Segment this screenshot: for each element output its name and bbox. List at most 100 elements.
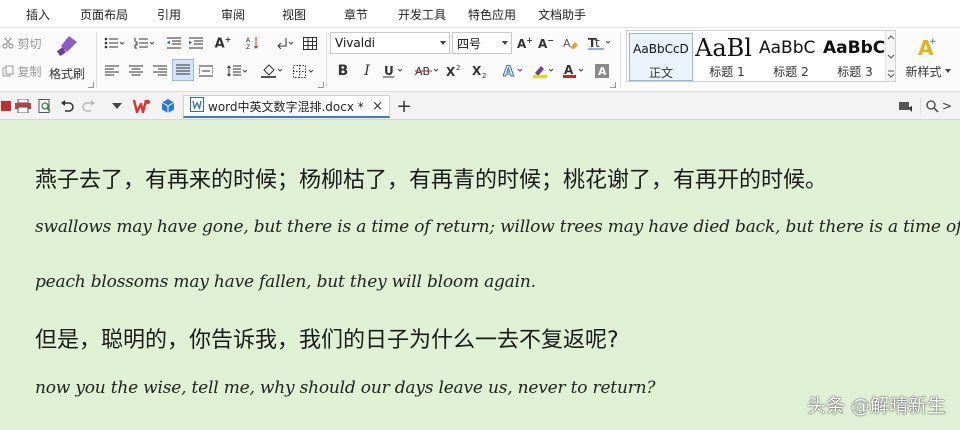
- strikethrough-button[interactable]: AB: [412, 60, 444, 82]
- shading-button[interactable]: [258, 60, 286, 82]
- text-effects-button[interactable]: Tt: [585, 32, 615, 54]
- return-mark-icon: [276, 37, 294, 49]
- svg-text:U: U: [384, 64, 394, 78]
- paragraph-chinese-1: 燕子去了，有再来的时候；杨柳枯了，有再青的时候；桃花谢了，有再开的时候。: [35, 168, 828, 193]
- justify-button[interactable]: [172, 59, 194, 81]
- change-case-button[interactable]: A+: [208, 32, 238, 54]
- svg-text:2: 2: [456, 64, 460, 72]
- redo-icon[interactable]: [80, 95, 98, 117]
- new-style-icon[interactable]: A +: [900, 34, 956, 60]
- format-painter-button[interactable]: 格式刷: [44, 62, 90, 84]
- italic-button[interactable]: I: [358, 60, 376, 82]
- menu-insert[interactable]: 插入: [26, 6, 50, 23]
- paragraph-english-2: peach blossoms may have fallen, but they…: [35, 272, 536, 292]
- menu-doc-assistant[interactable]: 文档助手: [538, 6, 586, 23]
- decrease-indent-button[interactable]: [164, 32, 184, 54]
- tab-document[interactable]: word中英文数字混排.docx * ×: [183, 95, 390, 118]
- phonetic-guide-icon: Tt: [588, 36, 612, 50]
- save-icon[interactable]: [0, 95, 12, 117]
- character-shading-button[interactable]: A: [592, 60, 612, 82]
- format-painter-icon[interactable]: [44, 32, 90, 60]
- print-icon[interactable]: [14, 95, 32, 117]
- copy-label: 复制: [17, 64, 42, 79]
- show-marks-button[interactable]: [272, 32, 298, 54]
- clipboard-dialog-launcher[interactable]: [88, 82, 94, 88]
- undo-icon[interactable]: [58, 95, 76, 117]
- new-style-button[interactable]: 新样式: [900, 60, 956, 82]
- menu-developer[interactable]: 开发工具: [398, 6, 446, 23]
- svg-text:+: +: [929, 37, 937, 47]
- menu-references[interactable]: 引用: [157, 6, 181, 23]
- distributed-align-button[interactable]: [196, 60, 216, 82]
- document-page[interactable]: 燕子去了，有再来的时候；杨柳枯了，有再青的时候；桃花谢了，有再开的时候。 swa…: [0, 120, 960, 430]
- shrink-font-button[interactable]: A−: [536, 32, 556, 54]
- grow-font-button[interactable]: A+: [515, 32, 535, 54]
- subscript-button[interactable]: X2: [470, 60, 490, 82]
- borders-button[interactable]: [290, 60, 318, 82]
- superscript-icon: X2: [446, 64, 462, 78]
- paragraph-english-1: swallows may have gone, but there is a t…: [35, 217, 960, 237]
- text-effect-button[interactable]: A: [500, 60, 528, 82]
- sort-button[interactable]: AZ: [242, 32, 264, 54]
- cut-label: 剪切: [17, 36, 42, 51]
- menu-view[interactable]: 视图: [282, 6, 306, 23]
- font-size-select[interactable]: 四号: [452, 32, 512, 54]
- search-hint: >: [942, 99, 953, 113]
- menu-page-layout[interactable]: 页面布局: [80, 6, 128, 23]
- highlight-button[interactable]: [530, 60, 558, 82]
- scissors-icon: [2, 37, 15, 49]
- superscript-button[interactable]: X2: [444, 60, 464, 82]
- search-box[interactable]: >: [926, 95, 960, 117]
- table-button[interactable]: [300, 32, 320, 54]
- underline-button[interactable]: U: [380, 60, 410, 82]
- style-label: 标题 1: [709, 65, 745, 79]
- ribbon-separator: [326, 32, 327, 88]
- font-name-value: Vivaldi: [335, 36, 376, 50]
- copy-button[interactable]: 复制: [0, 60, 44, 82]
- cut-button[interactable]: 剪切: [0, 32, 44, 54]
- font-color-button[interactable]: A: [560, 60, 588, 82]
- menu-featured[interactable]: 特色应用: [468, 6, 516, 23]
- style-heading-3[interactable]: AaBbC 标题 3: [823, 33, 887, 81]
- style-heading-2[interactable]: AaBbC 标题 2: [759, 33, 823, 81]
- scroll-arrows-icon: [887, 35, 895, 78]
- styles-scrollbar[interactable]: [885, 31, 895, 81]
- menu-chapter[interactable]: 章节: [344, 6, 368, 23]
- line-spacing-button[interactable]: [224, 60, 250, 82]
- wps-logo-icon[interactable]: [132, 95, 152, 117]
- bold-button[interactable]: B: [334, 60, 352, 82]
- watermark: 头条 @解晴新生: [806, 395, 946, 417]
- menu-review[interactable]: 审阅: [221, 6, 245, 23]
- cloud-cube-icon[interactable]: [158, 95, 178, 117]
- paragraph-chinese-2: 但是，聪明的，你告诉我，我们的日子为什么一去不复返呢?: [35, 328, 619, 353]
- numbering-button[interactable]: [130, 32, 158, 54]
- increase-indent-button[interactable]: [186, 32, 206, 54]
- print-preview-icon[interactable]: [36, 95, 54, 117]
- paragraph-dialog-launcher[interactable]: [318, 82, 324, 88]
- font-name-select[interactable]: Vivaldi: [330, 32, 450, 54]
- chevron-down-icon: [502, 41, 508, 45]
- style-heading-1[interactable]: AaBl 标题 1: [695, 33, 759, 81]
- font-color-icon: A: [563, 64, 585, 78]
- character-shading-icon: A: [595, 64, 609, 78]
- word-document-icon: [190, 97, 204, 115]
- indent-icon: [189, 37, 203, 49]
- table-icon: [303, 36, 317, 50]
- align-left-button[interactable]: [102, 60, 122, 82]
- bullets-button[interactable]: [100, 32, 128, 54]
- close-icon[interactable]: ×: [372, 99, 383, 114]
- new-tab-button[interactable]: +: [394, 95, 414, 117]
- clear-format-button[interactable]: A: [560, 32, 582, 54]
- text-effect-icon: A: [503, 64, 525, 78]
- svg-text:A: A: [246, 37, 251, 44]
- svg-text:t: t: [595, 36, 600, 50]
- svg-text:A: A: [598, 65, 607, 78]
- style-label: 正文: [648, 66, 673, 80]
- copy-icon: [2, 65, 14, 77]
- style-normal[interactable]: AaBbCcD 正文: [629, 33, 693, 81]
- window-list-icon[interactable]: [896, 95, 916, 117]
- align-right-button[interactable]: [150, 60, 170, 82]
- quick-access-dropdown-icon[interactable]: [108, 95, 126, 117]
- align-center-button[interactable]: [126, 60, 146, 82]
- font-dialog-launcher[interactable]: [610, 82, 616, 88]
